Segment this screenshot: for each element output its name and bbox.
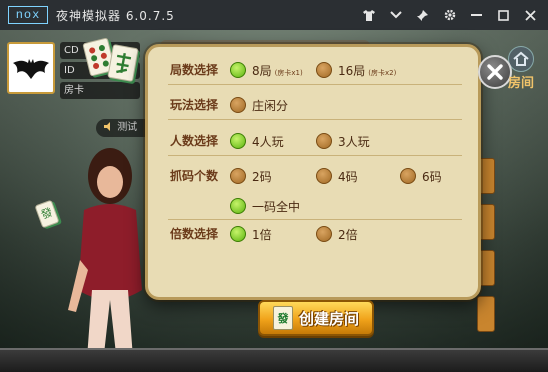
character-portrait <box>68 148 142 372</box>
option-text: 一码全中 <box>252 199 301 214</box>
notice-text: 测试 <box>117 122 138 133</box>
radio-selected-icon[interactable] <box>230 198 246 214</box>
option-multiplier-1[interactable]: 1倍 <box>230 223 272 245</box>
room-card-label: 房卡 <box>64 85 84 96</box>
option-mode-banker[interactable]: 庄闲分 <box>230 94 288 116</box>
user-id-label: CD <box>64 45 79 56</box>
create-room-label: 创建房间 <box>298 309 359 328</box>
option-text: 2码 <box>252 169 272 184</box>
fa-tile-icon: 發 <box>272 306 293 330</box>
shirt-icon[interactable] <box>355 0 382 30</box>
home-round-icon[interactable] <box>508 46 534 72</box>
radio-unselected-icon[interactable] <box>230 168 246 184</box>
radio-unselected-icon[interactable] <box>316 133 332 149</box>
divider <box>168 119 462 120</box>
players-label: 人数选择 <box>170 134 219 148</box>
option-text: 3人玩 <box>338 134 370 149</box>
side-panel-tab-4[interactable] <box>477 296 495 332</box>
mode-label: 玩法选择 <box>170 98 219 112</box>
option-text: 16局 <box>338 63 366 78</box>
fa-tile-icon <box>116 52 132 74</box>
option-rounds-16[interactable]: 16局 (房卡x2) <box>316 59 396 81</box>
option-text: 庄闲分 <box>252 98 289 113</box>
pin-icon[interactable] <box>409 0 436 30</box>
divider <box>168 155 462 156</box>
radio-unselected-icon[interactable] <box>316 62 332 78</box>
option-text: 1倍 <box>252 227 272 242</box>
room-card-row: 房卡 <box>60 82 140 99</box>
minimize-icon[interactable] <box>463 0 490 30</box>
option-text: 8局 <box>252 63 272 78</box>
divider <box>168 84 462 85</box>
option-players-3[interactable]: 3人玩 <box>316 130 370 152</box>
option-text: 4人玩 <box>252 134 284 149</box>
option-subtext: (房卡x2) <box>368 68 397 77</box>
divider <box>168 219 462 220</box>
option-text: 6码 <box>422 169 442 184</box>
create-room-button[interactable]: 發 创建房间 <box>258 300 374 336</box>
radio-selected-icon[interactable] <box>230 226 246 242</box>
multiplier-label: 倍数选择 <box>170 227 219 241</box>
speaker-icon <box>104 122 110 131</box>
room-label: 房间 <box>508 76 535 91</box>
radio-selected-icon[interactable] <box>230 62 246 78</box>
option-players-4[interactable]: 4人玩 <box>230 130 284 152</box>
nox-logo: nox <box>8 6 48 24</box>
option-text: 4码 <box>338 169 358 184</box>
option-text: 2倍 <box>338 227 358 242</box>
create-room-dialog: 局数选择 8局 (房卡x1) 16局 (房卡x2) 玩法选择 庄闲分 人数选择 … <box>145 44 481 300</box>
radio-unselected-icon[interactable] <box>230 97 246 113</box>
option-subtext: (房卡x1) <box>274 68 303 77</box>
option-multiplier-2[interactable]: 2倍 <box>316 223 358 245</box>
radio-unselected-icon[interactable] <box>316 168 332 184</box>
option-codes-6[interactable]: 6码 <box>400 165 442 187</box>
option-codes-2[interactable]: 2码 <box>230 165 272 187</box>
option-rounds-8[interactable]: 8局 (房卡x1) <box>230 59 303 81</box>
window-title: 夜神模拟器 6.0.7.5 <box>56 8 175 23</box>
close-icon[interactable] <box>517 0 544 30</box>
radio-unselected-icon[interactable] <box>316 226 332 242</box>
radio-selected-icon[interactable] <box>230 133 246 149</box>
radio-unselected-icon[interactable] <box>400 168 416 184</box>
bat-icon <box>13 59 49 79</box>
gear-icon[interactable] <box>436 0 463 30</box>
option-codes-all[interactable]: 一码全中 <box>230 195 300 217</box>
emulator-titlebar: nox 夜神模拟器 6.0.7.5 <box>0 0 548 30</box>
option-codes-4[interactable]: 4码 <box>316 165 358 187</box>
dialog-close-button[interactable] <box>478 55 512 89</box>
close-x-icon <box>487 64 503 80</box>
codes-label: 抓码个数 <box>170 169 219 183</box>
bottom-tray <box>0 348 548 372</box>
rounds-label: 局数选择 <box>170 63 219 77</box>
maximize-icon[interactable] <box>490 0 517 30</box>
user-id2-label: ID <box>64 65 75 76</box>
avatar[interactable] <box>7 42 55 94</box>
chevron-down-icon[interactable] <box>382 0 409 30</box>
